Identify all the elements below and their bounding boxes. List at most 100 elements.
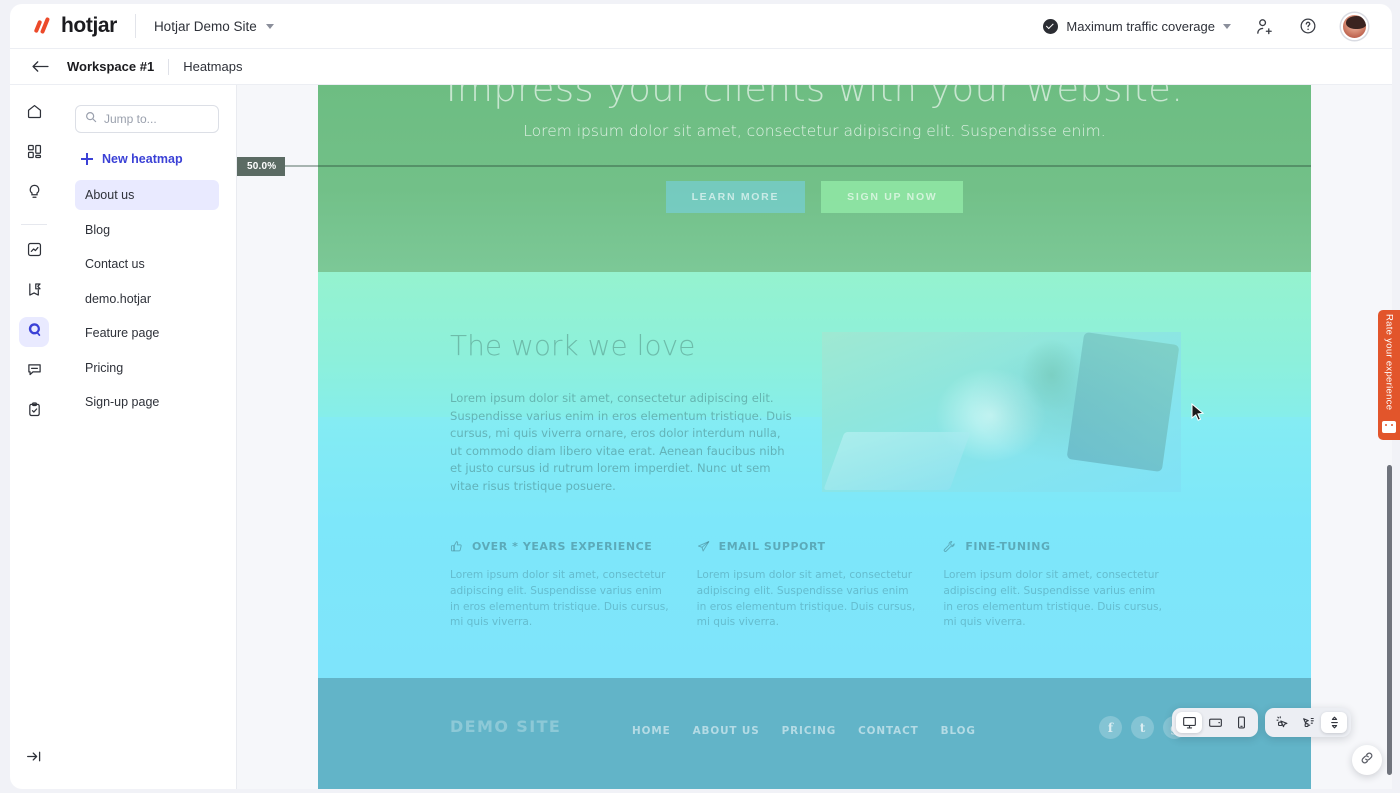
comment-icon — [26, 361, 43, 383]
feature-title: EMAIL SUPPORT — [718, 540, 826, 553]
avatar[interactable] — [1341, 12, 1368, 40]
heatmap-viewport[interactable]: Impress your clients with your website. … — [237, 85, 1392, 789]
list-item-label: Contact us — [85, 257, 145, 271]
list-item-label: Pricing — [85, 360, 124, 375]
header-divider — [134, 14, 136, 38]
traffic-coverage-selector[interactable]: Maximum traffic coverage — [1043, 18, 1231, 34]
move-heatmap-icon[interactable] — [1295, 712, 1321, 733]
chart-square-icon — [26, 241, 43, 263]
footer-nav: HOME ABOUT US PRICING CONTACT BLOG — [632, 725, 976, 737]
feature-title: OVER * YEARS EXPERIENCE — [472, 540, 653, 553]
list-item-label: Feature page — [85, 326, 160, 340]
sidebar-item-home[interactable] — [19, 99, 49, 129]
scroll-depth-line — [237, 165, 1311, 167]
page-title: Impress your clients with your website. — [445, 85, 1184, 110]
footer-nav-item[interactable]: BLOG — [941, 725, 976, 737]
list-item[interactable]: demo.hotjar — [75, 284, 219, 314]
hero-cta-group: LEARN MORE SIGN UP NOW — [318, 181, 1311, 213]
list-item[interactable]: Sign-up page — [75, 387, 219, 417]
thumbs-up-icon — [450, 540, 463, 553]
scroll-depth-badge: 50.0% — [237, 157, 286, 176]
left-nav-rail — [10, 85, 58, 789]
site-selector[interactable]: Hotjar Demo Site — [154, 19, 274, 34]
facebook-icon[interactable]: f — [1099, 716, 1122, 739]
hotjar-app-window: hotjar Hotjar Demo Site Maximum traffic … — [0, 0, 1400, 793]
footer-nav-item[interactable]: PRICING — [782, 725, 837, 737]
top-header: hotjar Hotjar Demo Site Maximum traffic … — [10, 4, 1392, 49]
section-heading: The work we love — [450, 329, 696, 362]
footer-brand: DEMO SITE — [450, 717, 562, 736]
new-heatmap-button[interactable]: New heatmap — [75, 152, 219, 166]
plus-icon — [81, 153, 93, 165]
desktop-icon[interactable] — [1176, 712, 1202, 733]
feature-columns: OVER * YEARS EXPERIENCE Lorem ipsum dolo… — [450, 540, 1190, 631]
footer-nav-item[interactable]: ABOUT US — [693, 725, 760, 737]
list-item[interactable]: About us — [75, 180, 219, 210]
sidebar-item-highlights[interactable] — [19, 179, 49, 209]
list-item[interactable]: Pricing — [75, 353, 219, 383]
header-actions: Maximum traffic coverage — [1043, 12, 1368, 40]
wrench-icon — [943, 540, 956, 553]
add-user-icon[interactable] — [1253, 15, 1275, 37]
breadcrumb-separator — [168, 58, 170, 75]
chevron-down-icon — [1223, 23, 1231, 29]
arrow-left-icon[interactable] — [32, 60, 49, 73]
mouse-cursor — [1191, 402, 1205, 427]
home-icon — [26, 103, 43, 125]
device-selector-toolbar — [1172, 708, 1258, 737]
sidebar-item-surveys[interactable] — [19, 397, 49, 427]
list-item[interactable]: Feature page — [75, 318, 219, 348]
footer-nav-item[interactable]: CONTACT — [858, 725, 919, 737]
feature-column: EMAIL SUPPORT Lorem ipsum dolor sit amet… — [697, 540, 944, 631]
mobile-icon[interactable] — [1228, 712, 1254, 733]
hero-subheading: Lorem ipsum dolor sit amet, consectetur … — [523, 122, 1106, 140]
clipboard-icon — [26, 401, 43, 423]
rate-experience-tab[interactable]: Rate your experience — [1378, 310, 1400, 440]
sidebar-item-trends[interactable] — [19, 237, 49, 267]
breadcrumb-section[interactable]: Heatmaps — [183, 59, 242, 74]
smiley-face-icon — [1382, 421, 1396, 433]
sidebar-item-feedback[interactable] — [19, 357, 49, 387]
twitter-icon[interactable]: t — [1131, 716, 1154, 739]
breadcrumb-workspace[interactable]: Workspace #1 — [67, 59, 154, 74]
feature-body: Lorem ipsum dolor sit amet, consectetur … — [943, 569, 1162, 629]
list-item-label: Blog — [85, 222, 111, 237]
scroll-band-hero — [318, 85, 1311, 272]
recordings-icon — [26, 281, 43, 303]
list-item-label: Sign-up page — [85, 395, 160, 409]
lightbulb-icon — [26, 183, 43, 205]
feature-title: FINE-TUNING — [965, 540, 1051, 553]
sign-up-now-button[interactable]: SIGN UP NOW — [821, 181, 964, 213]
sidebar-item-dashboard[interactable] — [19, 139, 49, 169]
list-item[interactable]: Blog — [75, 215, 219, 245]
help-circle-icon[interactable] — [1297, 15, 1319, 37]
learn-more-button[interactable]: LEARN MORE — [665, 181, 806, 213]
sidebar-item-heatmaps[interactable] — [19, 317, 49, 347]
section-paragraph: Lorem ipsum dolor sit amet, consectetur … — [450, 391, 792, 493]
heatmap-icon — [26, 321, 43, 343]
rate-experience-label: Rate your experience — [1383, 313, 1395, 411]
check-circle-icon — [1043, 18, 1059, 34]
list-item[interactable]: Contact us — [75, 249, 219, 279]
click-heatmap-icon[interactable] — [1269, 712, 1295, 733]
tablet-icon[interactable] — [1202, 712, 1228, 733]
rail-divider — [21, 224, 47, 225]
dashboard-grid-icon — [26, 143, 43, 165]
rendered-page: Impress your clients with your website. … — [237, 85, 1311, 789]
search-icon — [85, 110, 97, 128]
coverage-label: Maximum traffic coverage — [1066, 18, 1215, 34]
scrollbar-thumb[interactable] — [1387, 465, 1392, 775]
search-input[interactable]: Jump to... — [75, 105, 219, 133]
collapse-panel-icon[interactable] — [19, 741, 49, 771]
sidebar-item-recordings[interactable] — [19, 277, 49, 307]
footer-nav-item[interactable]: HOME — [632, 725, 671, 737]
link-icon — [1360, 751, 1374, 770]
paper-plane-icon — [697, 540, 710, 553]
feature-column: FINE-TUNING Lorem ipsum dolor sit amet, … — [943, 540, 1190, 631]
share-link-button[interactable] — [1352, 745, 1382, 775]
hotjar-logo[interactable]: hotjar — [32, 14, 117, 38]
heatmap-items-list: About us Blog Contact us demo.hotjar Fea… — [75, 180, 219, 417]
site-name: Hotjar Demo Site — [153, 18, 257, 34]
scroll-heatmap-icon[interactable] — [1321, 712, 1347, 733]
feature-header: OVER * YEARS EXPERIENCE — [450, 540, 671, 553]
